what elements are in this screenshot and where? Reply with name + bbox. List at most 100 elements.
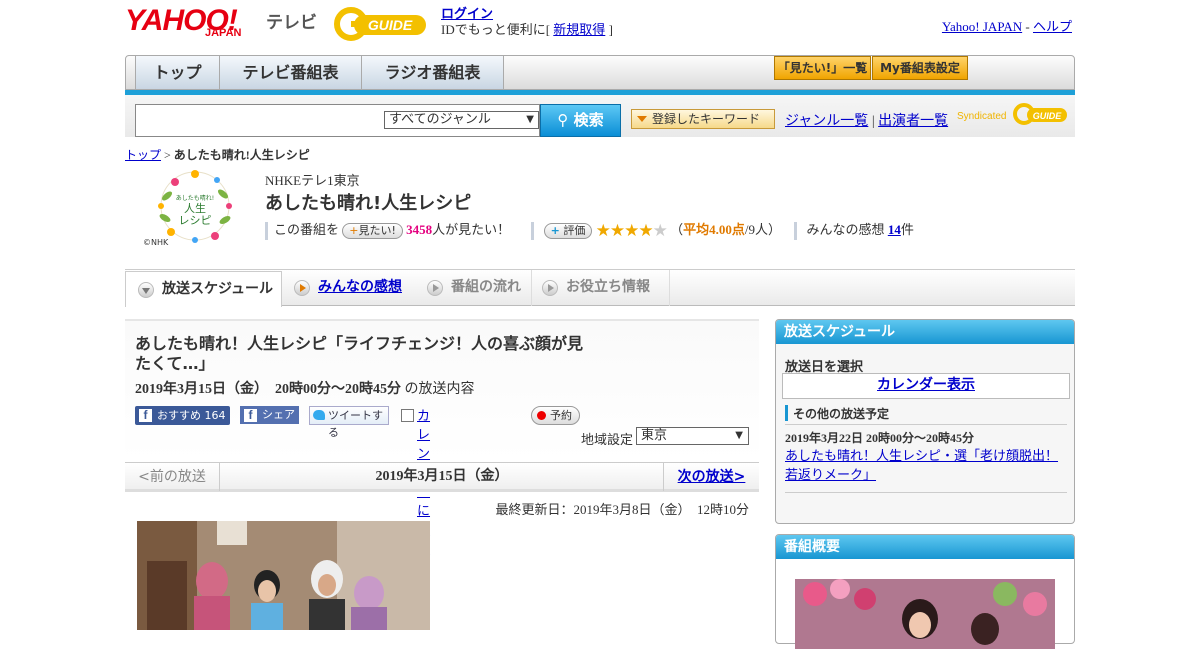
fb-count: 164 — [204, 409, 226, 422]
play-icon — [542, 280, 558, 296]
rating-stars: ★★★★★ — [595, 221, 668, 241]
prev-broadcast: <前の放送 — [125, 463, 220, 491]
my-schedule-button[interactable]: My番組表設定 — [872, 56, 968, 80]
region-select-value: 東京 — [641, 428, 668, 443]
nav-tab-top[interactable]: トップ — [135, 56, 220, 89]
keyword-button[interactable]: 登録したキーワード — [631, 109, 775, 129]
calendar-view-button[interactable]: カレンダー表示 — [782, 373, 1070, 399]
search-button[interactable]: ⚲ 検索 — [540, 104, 621, 137]
twitter-icon — [313, 410, 325, 420]
schedule-sidebar-title: 放送スケジュール — [776, 320, 1074, 344]
region-label: 地域設定 — [581, 432, 634, 447]
mitai-list-button[interactable]: 「見たい!」一覧 — [774, 56, 871, 80]
episode-date-line: 2019年3月15日（金） 20時00分～20時45分 の放送内容 — [135, 378, 475, 398]
tab-flow-label: 番組の流れ — [451, 279, 521, 295]
next-broadcast-date: 2019年3月22日 20時00分～20時45分 — [785, 431, 975, 445]
calendar-view-link[interactable]: カレンダー表示 — [877, 378, 975, 393]
breadcrumb-top-link[interactable]: トップ — [125, 148, 161, 162]
main-nav: トップ テレビ番組表 ラジオ番組表 「見たい!」一覧 My番組表設定 — [125, 55, 1075, 90]
svg-text:GUIDE: GUIDE — [368, 17, 413, 33]
other-broadcasts-heading: その他の放送予定 — [785, 405, 1067, 425]
genre-list-link[interactable]: ジャンル一覧 — [785, 114, 868, 129]
region-select[interactable]: 東京 ▼ — [636, 427, 749, 445]
tab-comments-label[interactable]: みんなの感想 — [318, 279, 402, 295]
tab-useful-info[interactable]: お役立ち情報 — [530, 270, 670, 306]
comments-label: みんなの感想 — [806, 222, 885, 237]
chevron-down-icon: ▼ — [735, 430, 743, 441]
next-broadcast-link[interactable]: 次の放送> — [678, 469, 746, 485]
gguide-logo: GUIDE — [334, 7, 434, 41]
facebook-share-button[interactable]: f シェア — [240, 406, 299, 424]
star-icon: ★ — [595, 221, 611, 241]
link-pipe: | — [871, 114, 875, 129]
comments-count-link[interactable]: 14 — [888, 222, 901, 237]
program-title: あしたも晴れ!人生レシピ — [265, 193, 472, 214]
star-icon: ★ — [609, 221, 625, 241]
help-link[interactable]: ヘルプ — [1033, 19, 1072, 34]
breadcrumb-current: あしたも晴れ!人生レシピ — [173, 148, 310, 162]
mitai-button[interactable]: +見たい! — [342, 223, 403, 240]
rate-button-label: 評価 — [563, 224, 586, 238]
yahoo-japan-link[interactable]: Yahoo! JAPAN — [942, 19, 1022, 34]
calendar-icon — [401, 409, 414, 422]
tab-useful-info-label: お役立ち情報 — [566, 279, 650, 295]
reserve-button[interactable]: 予約 — [531, 406, 580, 425]
chevron-down-icon: ▼ — [526, 114, 534, 125]
link-separator: - — [1025, 19, 1030, 34]
nav-tab-tv-schedule[interactable]: テレビ番組表 — [220, 56, 362, 89]
breadcrumb: トップ > あしたも晴れ!人生レシピ — [125, 146, 310, 163]
avg-open: （ — [670, 222, 684, 237]
comments-suffix: 件 — [900, 222, 914, 237]
top-right-links: Yahoo! JAPAN - ヘルプ — [942, 16, 1072, 35]
divider — [785, 492, 1067, 493]
facebook-recommend-button[interactable]: f おすすめ 164 — [135, 406, 230, 425]
last-updated: 最終更新日：2019年3月8日（金） 12時10分 — [495, 502, 749, 517]
tab-flow[interactable]: 番組の流れ — [415, 270, 532, 306]
star-icon: ★ — [624, 221, 639, 241]
mitai-button-label: 見たい! — [358, 224, 396, 238]
avg-rest: /9人） — [744, 222, 782, 237]
play-icon — [294, 280, 310, 296]
triangle-down-icon — [637, 116, 647, 122]
episode-date: 2019年3月15日（金） 20時00分～20時45分 — [135, 382, 401, 397]
episode-photo — [137, 521, 430, 630]
facebook-icon: f — [139, 409, 152, 422]
overview-sidebar: 番組概要 — [775, 534, 1075, 649]
rate-button[interactable]: + 評価 — [543, 223, 593, 240]
yahoo-japan-logo-text: JAPAN — [205, 27, 242, 39]
this-program-label: この番組を — [274, 222, 340, 237]
svg-text:GUIDE: GUIDE — [1033, 111, 1063, 121]
tweet-button[interactable]: ツイートする — [309, 406, 389, 439]
chevron-down-icon — [138, 282, 154, 298]
syndicated-text: Syndicated — [957, 111, 1007, 122]
signup-link[interactable]: 新規取得 — [553, 22, 605, 37]
tab-schedule-label: 放送スケジュール — [162, 281, 274, 297]
svg-text:レシピ: レシピ — [179, 214, 212, 227]
program-logo: あしたも晴れ! 人生 レシピ — [145, 166, 240, 246]
schedule-sidebar: 放送スケジュール 放送日を選択 カレンダー表示 その他の放送予定 2019年3月… — [775, 319, 1075, 524]
reserve-label: 予約 — [550, 409, 572, 422]
mitai-suffix: 人が見たい！ — [432, 222, 511, 237]
login-box: ログイン IDでもっと便利に[ 新規取得 ] — [441, 6, 613, 38]
facebook-icon: f — [244, 409, 257, 422]
next-broadcast-item: あしたも晴れ！人生レシピ・選「老け顔脱出！若返りメーク」 — [785, 446, 1065, 484]
search-links: ジャンル一覧 | 出演者一覧 — [785, 110, 948, 130]
genre-select[interactable]: すべてのジャンル ▼ — [384, 111, 539, 129]
tv-logo-text[interactable]: テレビ — [266, 8, 317, 33]
copyright-label: ©NHK — [143, 238, 169, 247]
next-broadcast-title-link[interactable]: あしたも晴れ！人生レシピ・選「老け顔脱出！若返りメーク」 — [785, 448, 1058, 482]
gguide-small-logo: GUIDE — [1013, 102, 1068, 126]
fb-recommend-label: おすすめ — [157, 409, 201, 422]
tab-schedule[interactable]: 放送スケジュール — [125, 271, 282, 307]
record-icon — [537, 411, 546, 420]
episode-date-suffix: の放送内容 — [404, 382, 475, 397]
breadcrumb-separator: > — [164, 148, 171, 162]
overview-sidebar-title: 番組概要 — [776, 535, 1074, 559]
nav-tab-radio-schedule[interactable]: ラジオ番組表 — [362, 56, 504, 89]
svg-text:あしたも晴れ!: あしたも晴れ! — [176, 194, 214, 202]
stat-divider — [794, 222, 798, 241]
performer-list-link[interactable]: 出演者一覧 — [878, 114, 948, 129]
login-link[interactable]: ログイン — [441, 6, 493, 21]
episode-pager: <前の放送 2019年3月15日（金） 次の放送> — [125, 462, 759, 492]
genre-select-value: すべてのジャンル — [389, 112, 491, 127]
